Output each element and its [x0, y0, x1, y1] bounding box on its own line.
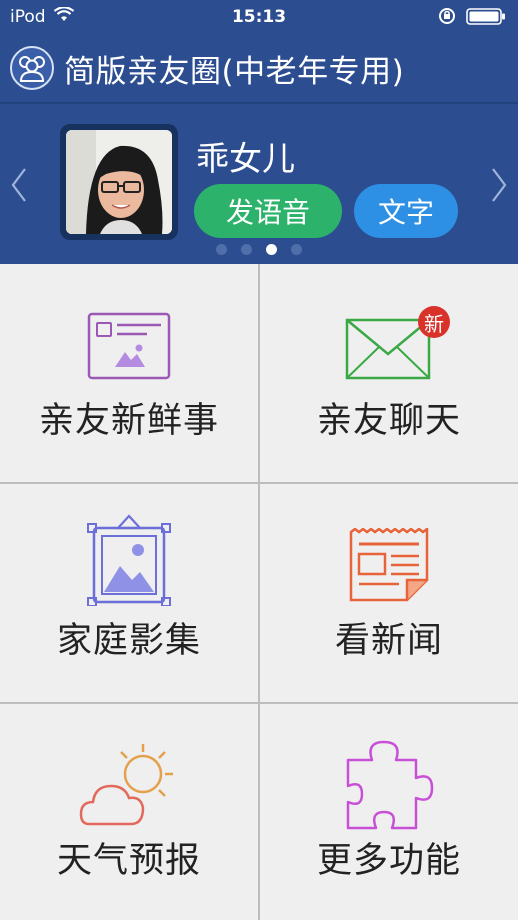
feature-grid: 亲友新鲜事 新 亲友聊天 家庭影集 看新闻 天气预报 更多功能 — [0, 264, 518, 920]
top-banner: iPod 15:13 简版亲友圈(中老年专用) 乖女儿 发语音 文字 — [0, 0, 518, 264]
new-badge: 新 — [418, 306, 450, 338]
previous-contact-button[interactable] — [6, 162, 32, 208]
app-title: 简版亲友圈(中老年专用) — [64, 53, 405, 90]
status-bar: iPod 15:13 — [0, 0, 518, 34]
page-dot[interactable] — [241, 244, 252, 255]
next-contact-button[interactable] — [486, 162, 512, 208]
newspaper-icon — [347, 526, 431, 606]
tile-weather[interactable]: 天气预报 — [0, 704, 258, 920]
chevron-left-icon — [11, 168, 26, 202]
tile-more-features[interactable]: 更多功能 — [260, 704, 518, 920]
battery-icon — [466, 7, 506, 30]
title-bar: 简版亲友圈(中老年专用) — [0, 34, 518, 102]
avatar-photo — [66, 130, 172, 234]
tile-label: 更多功能 — [316, 841, 461, 881]
contact-name: 乖女儿 — [196, 139, 295, 178]
tile-read-news[interactable]: 看新闻 — [260, 484, 518, 702]
tile-friends-chat[interactable]: 新 亲友聊天 — [260, 264, 518, 482]
contact-carousel[interactable]: 乖女儿 发语音 文字 — [0, 104, 518, 264]
tile-label: 亲友新鲜事 — [38, 401, 219, 441]
tile-label: 家庭影集 — [56, 621, 201, 661]
page-dot-active[interactable] — [266, 244, 277, 255]
send-text-button[interactable]: 文字 — [354, 184, 458, 238]
tile-family-album[interactable]: 家庭影集 — [0, 484, 258, 702]
puzzle-piece-icon — [344, 738, 434, 834]
tile-label: 天气预报 — [56, 841, 201, 881]
tile-label: 看新闻 — [334, 621, 443, 661]
news-feed-card-icon — [87, 312, 171, 384]
app-logo-icon — [10, 46, 54, 90]
app-screen: iPod 15:13 简版亲友圈(中老年专用) 乖女儿 发语音 文字 亲友新鲜事… — [0, 0, 518, 920]
page-dot[interactable] — [291, 244, 302, 255]
chevron-right-icon — [492, 168, 507, 202]
tile-label: 亲友聊天 — [316, 401, 461, 441]
tile-friends-news[interactable]: 亲友新鲜事 — [0, 264, 258, 482]
sun-cloud-icon — [79, 740, 179, 834]
rotation-lock-icon — [438, 7, 456, 30]
framed-picture-icon — [86, 514, 172, 610]
page-dot[interactable] — [216, 244, 227, 255]
contact-avatar[interactable] — [60, 124, 178, 240]
page-indicator[interactable] — [0, 244, 518, 255]
send-voice-button[interactable]: 发语音 — [194, 184, 342, 238]
